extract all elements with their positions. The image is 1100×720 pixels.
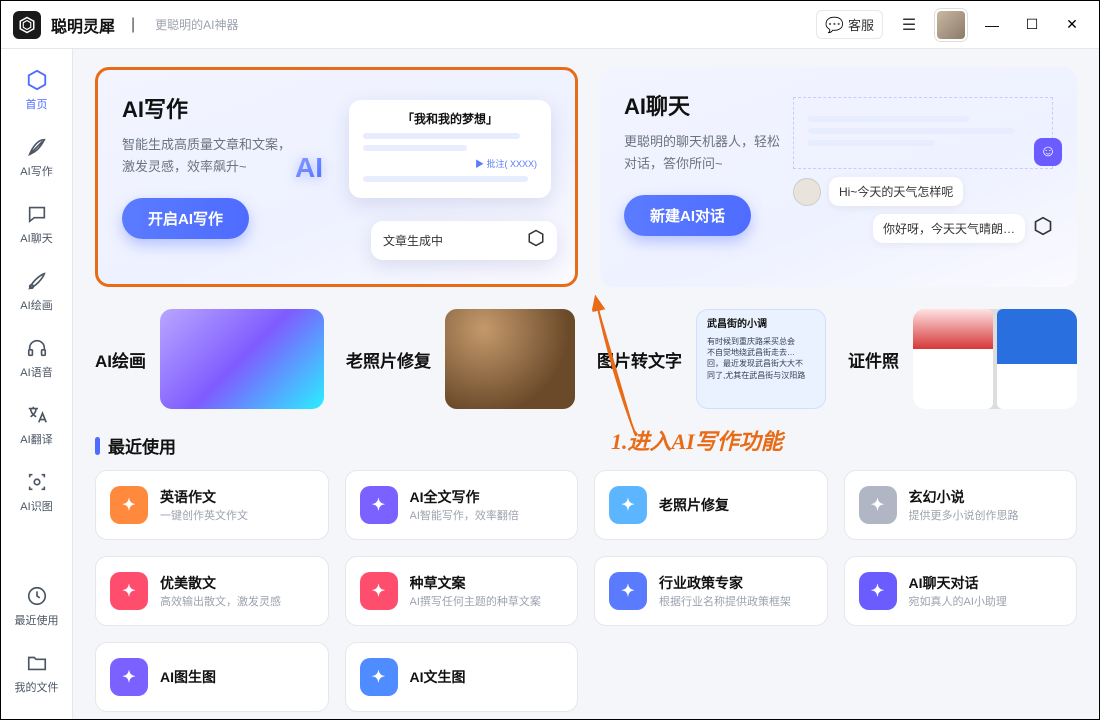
translate-icon — [24, 402, 50, 428]
app-logo — [13, 11, 41, 39]
chat-bubble-icon: 💬 — [825, 16, 844, 34]
recent-item[interactable]: ✦ 英语作文 一键创作英文作文 — [95, 470, 329, 540]
recent-item-title: 老照片修复 — [659, 495, 729, 515]
hero-chat-preview: ☺ Hi~今天的天气怎样呢 你好呀，今天天气晴朗… — [793, 97, 1053, 251]
recent-item[interactable]: ✦ 老照片修复 — [594, 470, 828, 540]
recent-item-icon: ✦ — [360, 572, 398, 610]
tool-restore[interactable]: 老照片修复 — [346, 309, 575, 409]
new-chat-button[interactable]: 新建AI对话 — [624, 195, 751, 236]
sidebar-item-chat[interactable]: AI聊天 — [7, 193, 67, 254]
recent-item[interactable]: ✦ 种草文案 AI撰写任何主题的种草文案 — [345, 556, 579, 626]
recent-item-title: 玄幻小说 — [909, 487, 1019, 507]
headphone-icon — [24, 335, 50, 361]
close-button[interactable]: ✕ — [1057, 10, 1087, 40]
menu-icon: ☰ — [902, 15, 916, 35]
recent-section-title: 最近使用 — [95, 433, 1077, 458]
hero-write-desc: 智能生成高质量文章和文案， 激发灵感，效率飙升~ — [122, 134, 322, 178]
tool-draw[interactable]: AI绘画 — [95, 309, 324, 409]
recent-item-icon: ✦ — [609, 486, 647, 524]
recent-item-title: AI文生图 — [410, 667, 466, 687]
recent-item-icon: ✦ — [859, 486, 897, 524]
recent-item-icon: ✦ — [110, 486, 148, 524]
sidebar-item-home[interactable]: 首页 — [7, 59, 67, 120]
sidebar-item-files[interactable]: 我的文件 — [7, 642, 67, 703]
home-icon — [24, 67, 50, 93]
start-write-button[interactable]: 开启AI写作 — [122, 198, 249, 239]
sidebar-item-voice[interactable]: AI语音 — [7, 327, 67, 388]
recent-item-sub: AI撰写任何主题的种草文案 — [410, 593, 541, 609]
recent-item-icon: ✦ — [110, 658, 148, 696]
app-subtitle: 更聪明的AI神器 — [155, 16, 238, 33]
ocr-thumbnail: 武昌街的小调 有时候到重庆路采买总会 不自觉地绕武昌街走去… 回，最近发现武昌街… — [696, 309, 826, 409]
close-icon: ✕ — [1066, 16, 1078, 33]
recent-item-sub: 提供更多小说创作思路 — [909, 507, 1019, 523]
brush-icon — [24, 268, 50, 294]
recent-item-title: 优美散文 — [160, 573, 281, 593]
user-avatar[interactable] — [935, 9, 967, 41]
recent-item[interactable]: ✦ AI全文写作 AI智能写作，效率翻倍 — [345, 470, 579, 540]
chat-icon — [24, 201, 50, 227]
minimize-icon: — — [985, 17, 999, 33]
recent-item-sub: AI智能写作，效率翻倍 — [410, 507, 519, 523]
draw-thumbnail — [160, 309, 324, 409]
recent-grid: ✦ 英语作文 一键创作英文作文 ✦ AI全文写作 AI智能写作，效率翻倍 ✦ 老… — [95, 470, 1077, 712]
recent-item-title: AI图生图 — [160, 667, 216, 687]
recent-item-sub: 一键创作英文作文 — [160, 507, 248, 523]
recent-item-title: 英语作文 — [160, 487, 248, 507]
restore-thumbnail — [445, 309, 575, 409]
sidebar-item-recent[interactable]: 最近使用 — [7, 575, 67, 636]
idphoto-thumbnail — [913, 309, 1077, 409]
history-icon — [24, 583, 50, 609]
recent-item-title: AI聊天对话 — [909, 573, 1007, 593]
menu-button[interactable]: ☰ — [893, 9, 925, 41]
recent-item-title: 种草文案 — [410, 573, 541, 593]
support-button[interactable]: 💬 客服 — [816, 10, 883, 39]
feather-icon — [24, 134, 50, 160]
recent-item[interactable]: ✦ 行业政策专家 根据行业名称提供政策框架 — [594, 556, 828, 626]
sidebar-item-ocr[interactable]: AI识图 — [7, 461, 67, 522]
recent-item-icon: ✦ — [110, 572, 148, 610]
app-name: 聪明灵犀 — [51, 13, 115, 37]
maximize-button[interactable]: ☐ — [1017, 10, 1047, 40]
recent-item-sub: 根据行业名称提供政策框架 — [659, 593, 791, 609]
hero-write[interactable]: AI写作 智能生成高质量文章和文案， 激发灵感，效率飙升~ 开启AI写作 AI … — [95, 67, 578, 287]
recent-item-icon: ✦ — [360, 486, 398, 524]
recent-item-sub: 宛如真人的AI小助理 — [909, 593, 1007, 609]
recent-item-sub: 高效输出散文，激发灵感 — [160, 593, 281, 609]
ai-badge-icon: AI — [295, 152, 323, 184]
recent-item[interactable]: ✦ 优美散文 高效输出散文，激发灵感 — [95, 556, 329, 626]
recent-item-icon: ✦ — [609, 572, 647, 610]
titlebar: 聪明灵犀 | 更聪明的AI神器 💬 客服 ☰ — ☐ ✕ — [1, 1, 1099, 49]
main-content: AI写作 智能生成高质量文章和文案， 激发灵感，效率飙升~ 开启AI写作 AI … — [73, 49, 1099, 719]
maximize-icon: ☐ — [1026, 16, 1039, 33]
recent-item-title: 行业政策专家 — [659, 573, 791, 593]
hero-chat[interactable]: AI聊天 更聪明的聊天机器人，轻松 对话，答你所问~ 新建AI对话 ☺ Hi~今… — [600, 67, 1077, 287]
tool-idphoto[interactable]: 证件照 — [848, 309, 1077, 409]
hex-icon — [1033, 216, 1053, 241]
folder-icon — [24, 650, 50, 676]
user-avatar-small — [793, 178, 821, 206]
recent-item[interactable]: ✦ 玄幻小说 提供更多小说创作思路 — [844, 470, 1078, 540]
hero-write-preview: AI 「我和我的梦想」 ▶ 批注( XXXX) 文章生成中 — [331, 100, 551, 260]
recent-item[interactable]: ✦ AI聊天对话 宛如真人的AI小助理 — [844, 556, 1078, 626]
sidebar-item-write[interactable]: AI写作 — [7, 126, 67, 187]
minimize-button[interactable]: — — [977, 10, 1007, 40]
recent-item-title: AI全文写作 — [410, 487, 519, 507]
tool-ocr[interactable]: 图片转文字 武昌街的小调 有时候到重庆路采买总会 不自觉地绕武昌街走去… 回，最… — [597, 309, 826, 409]
hex-icon — [527, 229, 545, 252]
recent-item-icon: ✦ — [859, 572, 897, 610]
recent-item-icon: ✦ — [360, 658, 398, 696]
sidebar-item-translate[interactable]: AI翻译 — [7, 394, 67, 455]
sidebar-item-draw[interactable]: AI绘画 — [7, 260, 67, 321]
scan-icon — [24, 469, 50, 495]
recent-item[interactable]: ✦ AI图生图 — [95, 642, 329, 712]
sidebar: 首页 AI写作 AI聊天 AI绘画 AI语音 AI翻译 — [1, 49, 73, 719]
recent-item[interactable]: ✦ AI文生图 — [345, 642, 579, 712]
chat-bot-icon: ☺ — [1034, 138, 1062, 166]
